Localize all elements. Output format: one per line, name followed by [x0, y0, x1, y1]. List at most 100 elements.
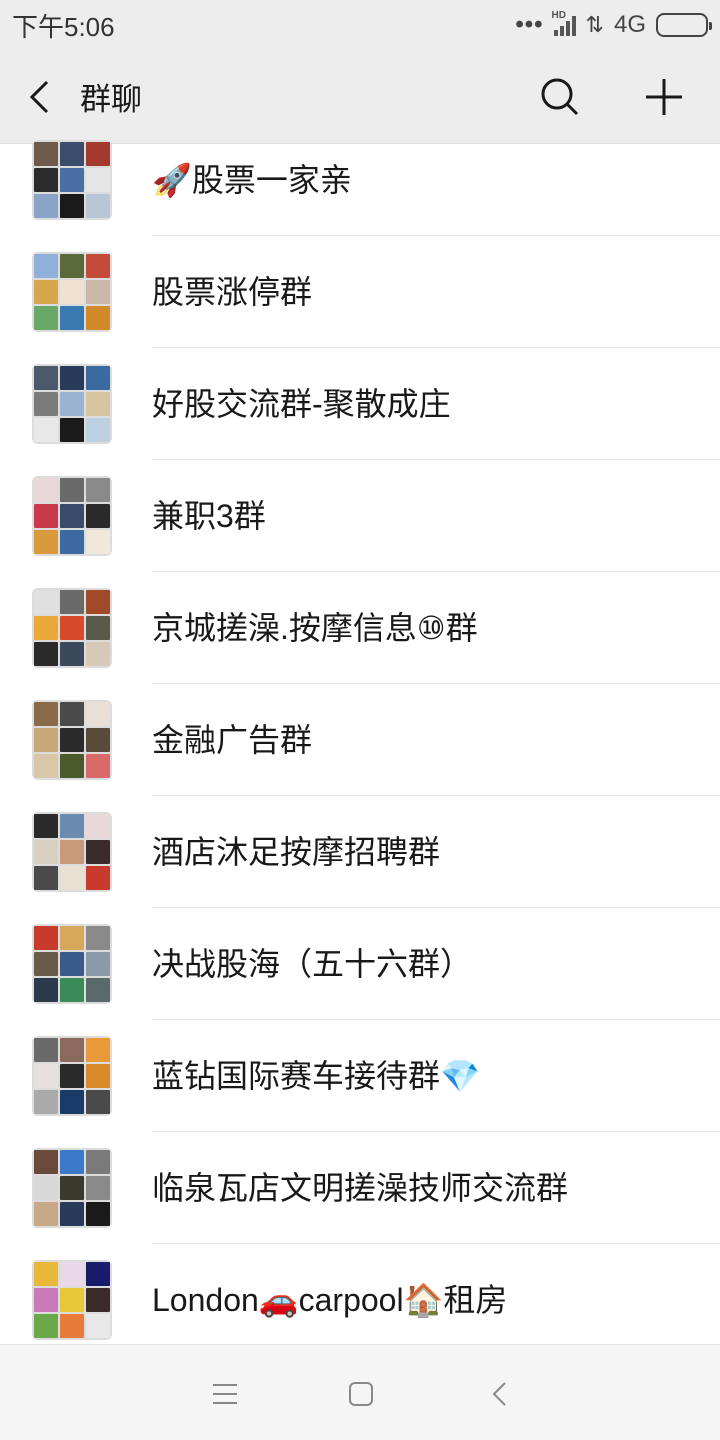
avatar-tile [60, 306, 84, 330]
avatar-tile [60, 530, 84, 554]
avatar-tile [86, 366, 110, 390]
group-name: 临泉瓦店文明搓澡技师交流群 [152, 1170, 569, 1206]
nav-back-button[interactable] [474, 1369, 524, 1419]
avatar-tile [60, 392, 84, 416]
group-row[interactable]: 酒店沐足按摩招聘群 [0, 796, 720, 908]
group-row[interactable]: 京城搓澡.按摩信息⑩群 [0, 572, 720, 684]
avatar-tile [86, 1314, 110, 1338]
avatar-tile [60, 814, 84, 838]
avatar-tile [86, 702, 110, 726]
avatar-tile [86, 142, 110, 166]
group-row[interactable]: 临泉瓦店文明搓澡技师交流群 [0, 1132, 720, 1244]
group-row[interactable]: 好股交流群-聚散成庄 [0, 348, 720, 460]
group-name: London🚗carpool🏠租房 [152, 1282, 508, 1318]
avatar-tile [60, 168, 84, 192]
search-icon [541, 78, 579, 116]
avatar-tile [86, 504, 110, 528]
avatar-tile [60, 1090, 84, 1114]
avatar-tile [34, 1150, 58, 1174]
group-avatar [32, 252, 112, 332]
avatar-tile [60, 1288, 84, 1312]
avatar-tile [34, 1202, 58, 1226]
avatar-tile [60, 280, 84, 304]
add-button[interactable] [634, 67, 694, 127]
avatar-tile [86, 194, 110, 218]
group-avatar [32, 140, 112, 220]
avatar-tile [34, 366, 58, 390]
avatar-tile [86, 280, 110, 304]
avatar-tile [86, 168, 110, 192]
group-avatar [32, 812, 112, 892]
group-name: 京城搓澡.按摩信息⑩群 [152, 610, 478, 646]
avatar-tile [34, 1176, 58, 1200]
menu-button[interactable] [200, 1369, 250, 1419]
avatar-tile [60, 504, 84, 528]
avatar-tile [60, 590, 84, 614]
avatar-tile [86, 1090, 110, 1114]
page-title: 群聊 [80, 82, 142, 117]
avatar-tile [34, 1064, 58, 1088]
avatar-tile [60, 728, 84, 752]
avatar-tile [34, 194, 58, 218]
home-button[interactable] [336, 1369, 386, 1419]
avatar-tile [86, 306, 110, 330]
avatar-tile [86, 1064, 110, 1088]
group-row[interactable]: 金融广告群 [0, 684, 720, 796]
group-row[interactable]: 决战股海（五十六群） [0, 908, 720, 1020]
hd-label: HD [551, 10, 566, 21]
avatar-tile [86, 530, 110, 554]
group-avatar [32, 700, 112, 780]
group-row[interactable]: 🚀股票一家亲 [0, 124, 720, 236]
avatar-tile [86, 254, 110, 278]
avatar-tile [86, 616, 110, 640]
avatar-tile [34, 728, 58, 752]
avatar-tile [86, 1038, 110, 1062]
avatar-tile [34, 418, 58, 442]
avatar-tile [86, 866, 110, 890]
avatar-tile [86, 952, 110, 976]
avatar-tile [86, 1150, 110, 1174]
group-row[interactable]: London🚗carpool🏠租房 [0, 1244, 720, 1356]
avatar-tile [60, 418, 84, 442]
signal-icon: HD [552, 10, 576, 36]
avatar-tile [60, 1202, 84, 1226]
avatar-tile [86, 1262, 110, 1286]
home-square-icon [349, 1382, 373, 1406]
avatar-tile [60, 1176, 84, 1200]
avatar-tile [34, 168, 58, 192]
avatar-tile [34, 866, 58, 890]
status-icons: ••• HD ⇅ 4G [515, 10, 712, 39]
avatar-tile [60, 702, 84, 726]
avatar-tile [34, 978, 58, 1002]
group-row[interactable]: 兼职3群 [0, 460, 720, 572]
avatar-tile [34, 504, 58, 528]
group-row[interactable]: 蓝钻国际赛车接待群💎 [0, 1020, 720, 1132]
avatar-tile [60, 366, 84, 390]
group-avatar [32, 924, 112, 1004]
group-row[interactable]: 股票涨停群 [0, 236, 720, 348]
plus-icon [646, 79, 682, 115]
system-nav-bar [0, 1344, 720, 1440]
avatar-tile [86, 392, 110, 416]
network-type: 4G [613, 11, 646, 38]
avatar-tile [34, 530, 58, 554]
group-avatar [32, 364, 112, 444]
group-name: 兼职3群 [152, 498, 266, 534]
avatar-tile [86, 978, 110, 1002]
avatar-tile [60, 978, 84, 1002]
battery-icon [656, 13, 712, 37]
avatar-tile [34, 142, 58, 166]
avatar-tile [34, 478, 58, 502]
avatar-tile [34, 1090, 58, 1114]
group-avatar [32, 1260, 112, 1340]
avatar-tile [60, 754, 84, 778]
avatar-tile [60, 142, 84, 166]
avatar-tile [34, 254, 58, 278]
avatar-tile [60, 1314, 84, 1338]
data-arrows-icon: ⇅ [585, 12, 604, 37]
search-button[interactable] [530, 67, 590, 127]
avatar-tile [60, 616, 84, 640]
group-name: 🚀股票一家亲 [152, 162, 352, 198]
avatar-tile [60, 866, 84, 890]
avatar-tile [34, 952, 58, 976]
